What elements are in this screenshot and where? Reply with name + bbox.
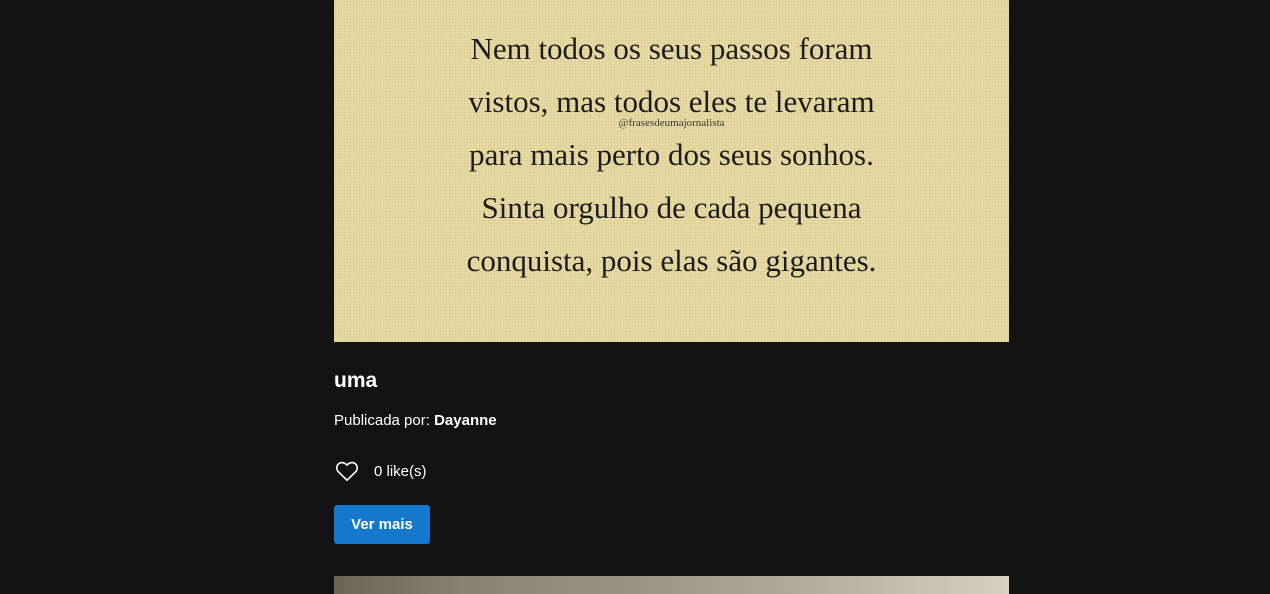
view-more-button[interactable]: Ver mais [334,505,430,544]
post-image[interactable]: Nem todos os seus passos foram vistos, m… [334,0,1009,342]
likes-row: 0 like(s) [334,457,427,485]
post-title: uma [334,369,378,392]
quote-line: Nem todos os seus passos foram [470,31,873,66]
heart-outline-icon[interactable] [334,458,360,484]
author-name[interactable]: Dayanne [434,412,497,429]
quote-text: Nem todos os seus passos foram vistos, m… [334,22,1009,287]
post-feed: Nem todos os seus passos foram vistos, m… [334,0,1009,594]
post-card: Nem todos os seus passos foram vistos, m… [334,0,1009,544]
quote-line: Sinta orgulho de cada pequena [481,190,862,225]
image-watermark: @frasesdeumajornalista [618,117,725,129]
quote-line: conquista, pois elas são gigantes. [466,243,877,278]
like-count: 0 like(s) [374,462,427,480]
published-label: Publicada por: [334,412,435,429]
published-by: Publicada por: Dayanne [334,411,497,430]
quote-line: para mais perto dos seus sonhos. [469,137,874,172]
next-post-image[interactable] [334,576,1009,594]
